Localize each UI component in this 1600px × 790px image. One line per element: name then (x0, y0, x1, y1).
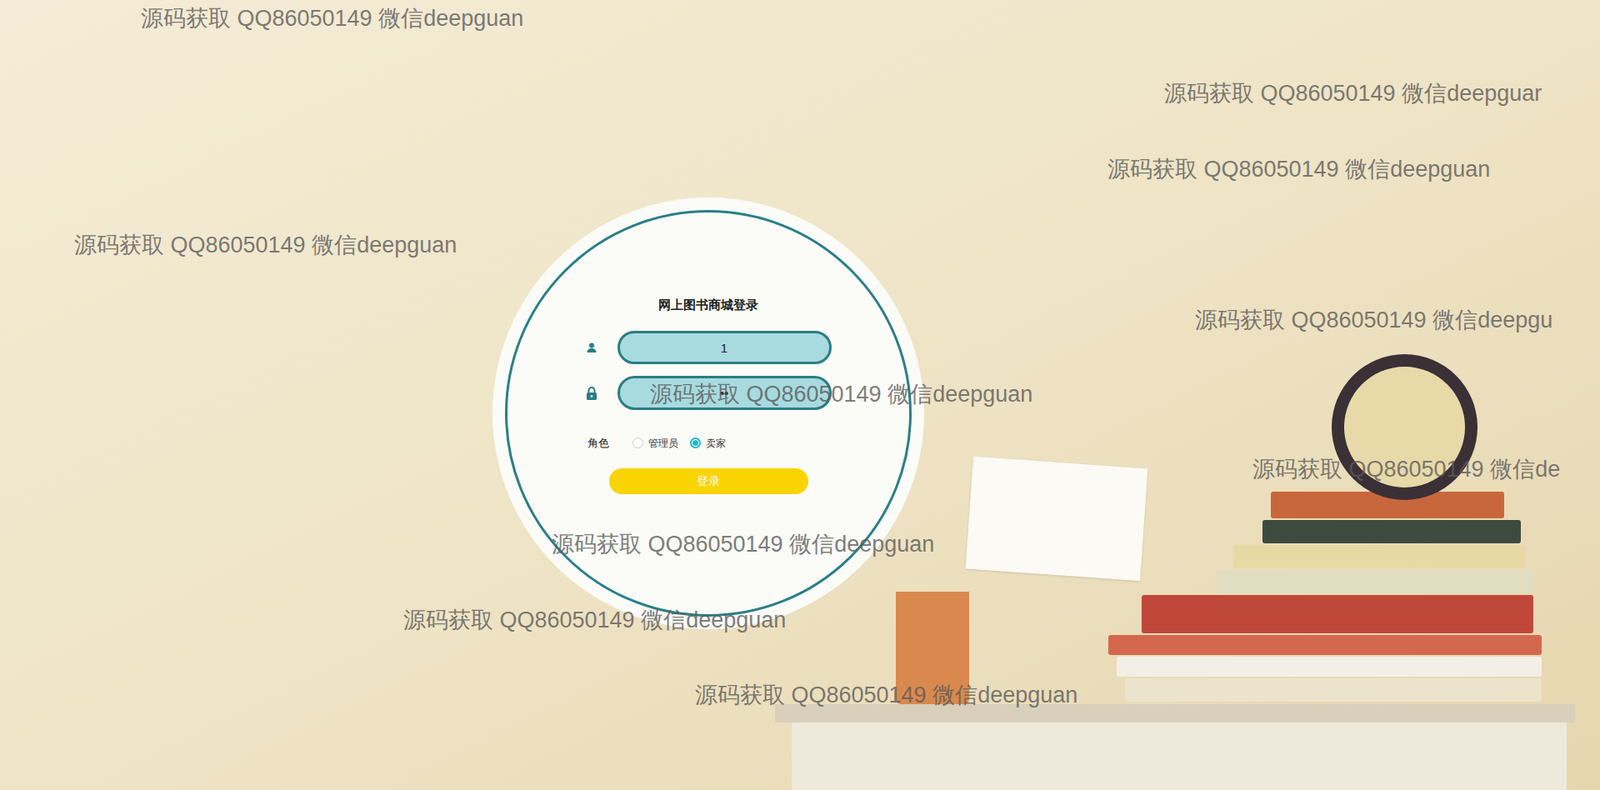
username-input[interactable] (617, 330, 832, 365)
login-title: 网上图书商城登录 (658, 295, 759, 315)
book-stack (1091, 491, 1542, 702)
watermark: 源码获取 QQ86050149 微信deepguan (650, 380, 1033, 409)
note-paper (965, 456, 1149, 581)
watermark: 源码获取 QQ86050149 微信deepguar (1164, 79, 1542, 108)
alarm-clock (1331, 354, 1478, 500)
role-text: 管理员 (648, 435, 679, 451)
password-input[interactable] (617, 375, 832, 410)
login-page: 网上图书商城登录 角色 管理员 卖家 登录 源码获取 QQ86050149 微信d… (0, 0, 1600, 790)
role-radio[interactable] (632, 437, 644, 449)
lock-icon (585, 386, 598, 400)
desk-top (775, 704, 1575, 723)
watermark: 源码获取 QQ86050149 微信de (1252, 455, 1560, 484)
role-radio[interactable] (690, 437, 701, 449)
watermark: 源码获取 QQ86050149 微信deepguan (140, 4, 524, 33)
role-text: 卖家 (705, 435, 726, 451)
login-card: 网上图书商城登录 角色 管理员 卖家 登录 (492, 197, 925, 630)
role-option[interactable]: 卖家 (690, 435, 726, 451)
watermark: 源码获取 QQ86050149 微信deepgu (1195, 305, 1553, 335)
watermark: 源码获取 QQ86050149 微信deepguan (551, 530, 935, 559)
watermark-layer: 源码获取 QQ86050149 微信deepguan 源码获取 QQ8605014… (0, 0, 1600, 790)
user-icon (585, 341, 598, 354)
role-option[interactable]: 管理员 (632, 435, 679, 451)
pen-cup (895, 591, 970, 705)
watermark: 源码获取 QQ86050149 微信deepguan (74, 230, 457, 260)
desk (791, 712, 1567, 790)
watermark: 源码获取 QQ86050149 微信deepguan (1107, 155, 1490, 184)
watermark: 源码获取 QQ86050149 微信deepguan (403, 605, 786, 635)
role-label: 角色 (587, 435, 610, 452)
watermark: 源码获取 QQ86050149 微信deepguan (695, 680, 1078, 710)
login-button[interactable]: 登录 (609, 468, 809, 495)
